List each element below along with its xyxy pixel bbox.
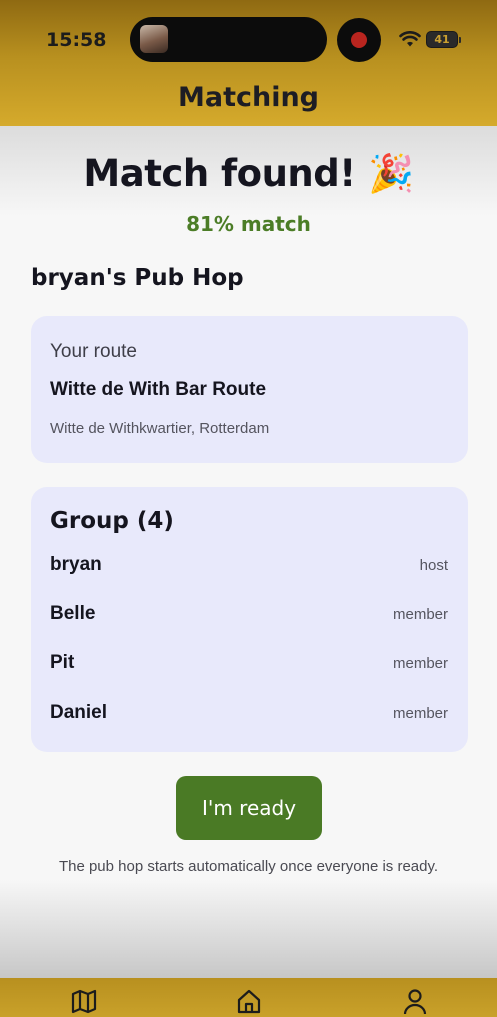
home-icon[interactable] xyxy=(235,987,263,1015)
ready-button[interactable]: I'm ready xyxy=(176,776,322,840)
member-name: Daniel xyxy=(50,702,108,723)
list-item: bryan host xyxy=(50,554,448,580)
member-name: Pit xyxy=(50,652,75,673)
list-item: Pit member xyxy=(50,652,448,678)
status-time: 15:58 xyxy=(46,29,107,51)
island-avatar xyxy=(140,25,168,53)
list-item: Belle member xyxy=(50,603,448,629)
auto-start-hint: The pub hop starts automatically once ev… xyxy=(58,858,439,875)
map-icon[interactable] xyxy=(70,987,98,1015)
member-role: host xyxy=(419,557,448,574)
profile-icon[interactable] xyxy=(401,987,429,1015)
match-percentage: 81% match xyxy=(186,212,311,236)
bottom-fade xyxy=(0,880,497,978)
member-role: member xyxy=(392,655,448,672)
dynamic-island xyxy=(130,17,327,62)
member-role: member xyxy=(392,606,448,623)
tab-bar xyxy=(0,978,497,1017)
member-name: bryan xyxy=(50,554,102,575)
route-card: Your route Witte de With Bar Route Witte… xyxy=(31,316,468,463)
pub-hop-name: bryan's Pub Hop xyxy=(31,265,244,291)
route-label: Your route xyxy=(50,341,137,362)
member-role: member xyxy=(392,705,448,722)
member-name: Belle xyxy=(50,603,96,624)
wifi-icon xyxy=(399,31,421,47)
app-header: 15:58 41 Matching xyxy=(0,0,497,126)
group-card: Group (4) bryan host Belle member Pit me… xyxy=(31,487,468,752)
route-area: Witte de Withkwartier, Rotterdam xyxy=(50,420,270,437)
page-title: Matching xyxy=(177,82,320,113)
battery-indicator: 41 xyxy=(426,31,461,48)
group-title: Group (4) xyxy=(50,508,174,534)
match-headline: Match found! 🎉 xyxy=(83,152,414,195)
route-name: Witte de With Bar Route xyxy=(50,379,267,400)
list-item: Daniel member xyxy=(50,702,448,728)
recording-indicator xyxy=(337,18,381,62)
